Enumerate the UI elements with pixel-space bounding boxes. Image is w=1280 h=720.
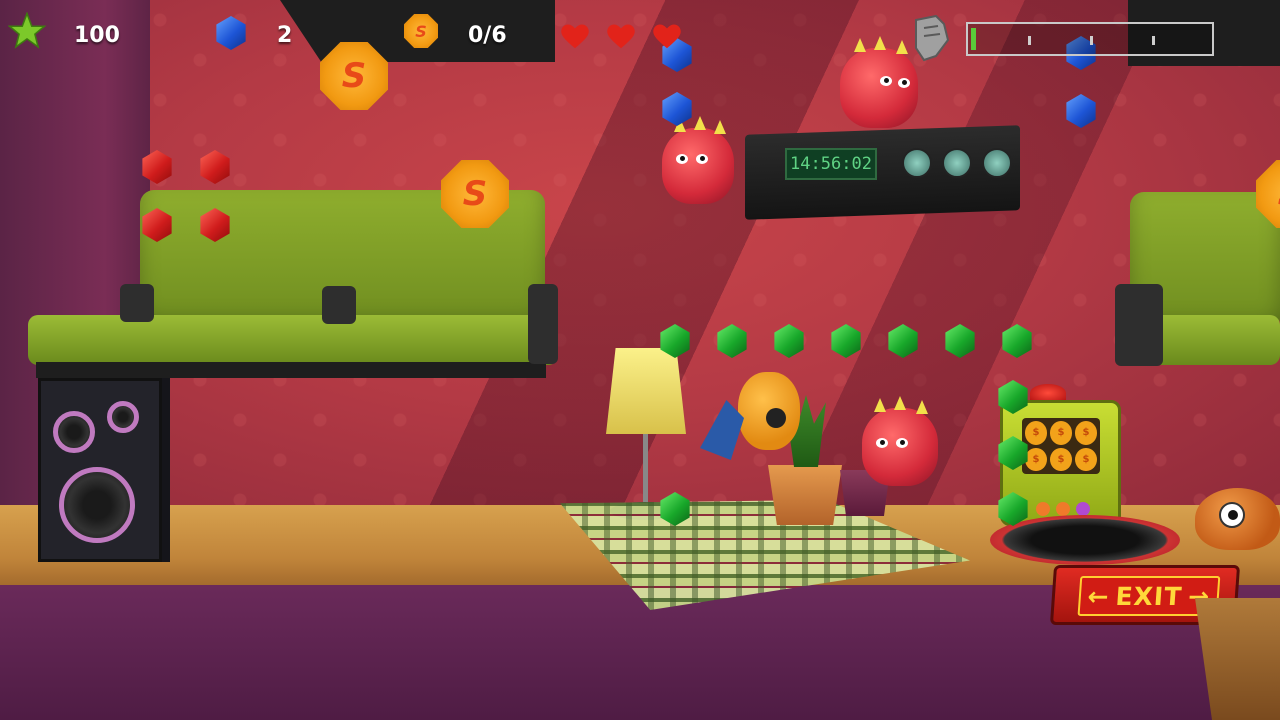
couch-base — [36, 362, 546, 378]
gauntlet-icon — [915, 14, 950, 62]
speaker-woofer — [59, 467, 135, 543]
slot-machine-screen: $ $ $ $ $ $ — [1022, 418, 1100, 474]
heart-icon — [607, 24, 635, 49]
coin-symbol: S — [462, 174, 488, 214]
couch-armrest — [322, 286, 356, 324]
speaker-tweeter — [107, 401, 139, 433]
score-value: 100 — [74, 23, 120, 48]
digital-clock: 14:56:02 — [785, 148, 877, 180]
blue-gem-icon — [216, 16, 246, 50]
progress-tick — [1028, 36, 1031, 45]
progress-tick — [1090, 36, 1093, 45]
radio-knob — [982, 148, 1012, 178]
player-character — [738, 372, 800, 450]
slot-coin: $ — [1075, 447, 1097, 471]
slot-coin: $ — [1075, 421, 1097, 445]
coin-count: 0/6 — [468, 23, 507, 48]
blue-gem-count: 2 — [277, 23, 293, 48]
couch-seat — [28, 315, 558, 365]
progress-tick — [1152, 36, 1155, 45]
orange-blob-creature — [1195, 488, 1280, 550]
lamp-shade — [606, 348, 686, 434]
level-progress-bar — [966, 22, 1214, 56]
hud: 100 2 S 0/6 — [0, 0, 1280, 70]
red-spiky-monster — [662, 116, 734, 204]
star-icon — [8, 12, 46, 49]
red-spiky-monster — [862, 396, 938, 486]
radio-knob — [942, 148, 972, 178]
speaker-tweeter — [53, 411, 95, 453]
slot-machine-lights — [1036, 502, 1100, 516]
arrow-left-icon: ← — [1086, 581, 1111, 611]
coin-pickup: S — [441, 160, 509, 228]
heart-icon — [561, 24, 589, 49]
couch-armrest — [528, 284, 558, 364]
heart-icon — [653, 24, 681, 49]
slot-coin: $ — [1050, 447, 1072, 471]
level-progress-fill — [971, 28, 976, 50]
radio-knob — [902, 148, 932, 178]
couch-seat-right — [1150, 315, 1280, 365]
slot-coin: $ — [1050, 421, 1072, 445]
flower-pot — [768, 465, 842, 525]
speaker — [38, 378, 162, 562]
couch-armrest — [120, 284, 154, 322]
couch-armrest-right — [1115, 284, 1163, 366]
game-scene: 14:56:02 $ $ $ $ $ $ ← EXIT → S S 100 2 … — [0, 0, 1280, 720]
coin-icon: S — [404, 14, 438, 48]
slot-coin: $ — [1025, 447, 1047, 471]
slot-coin: $ — [1025, 421, 1047, 445]
exit-label: EXIT — [1114, 581, 1184, 611]
